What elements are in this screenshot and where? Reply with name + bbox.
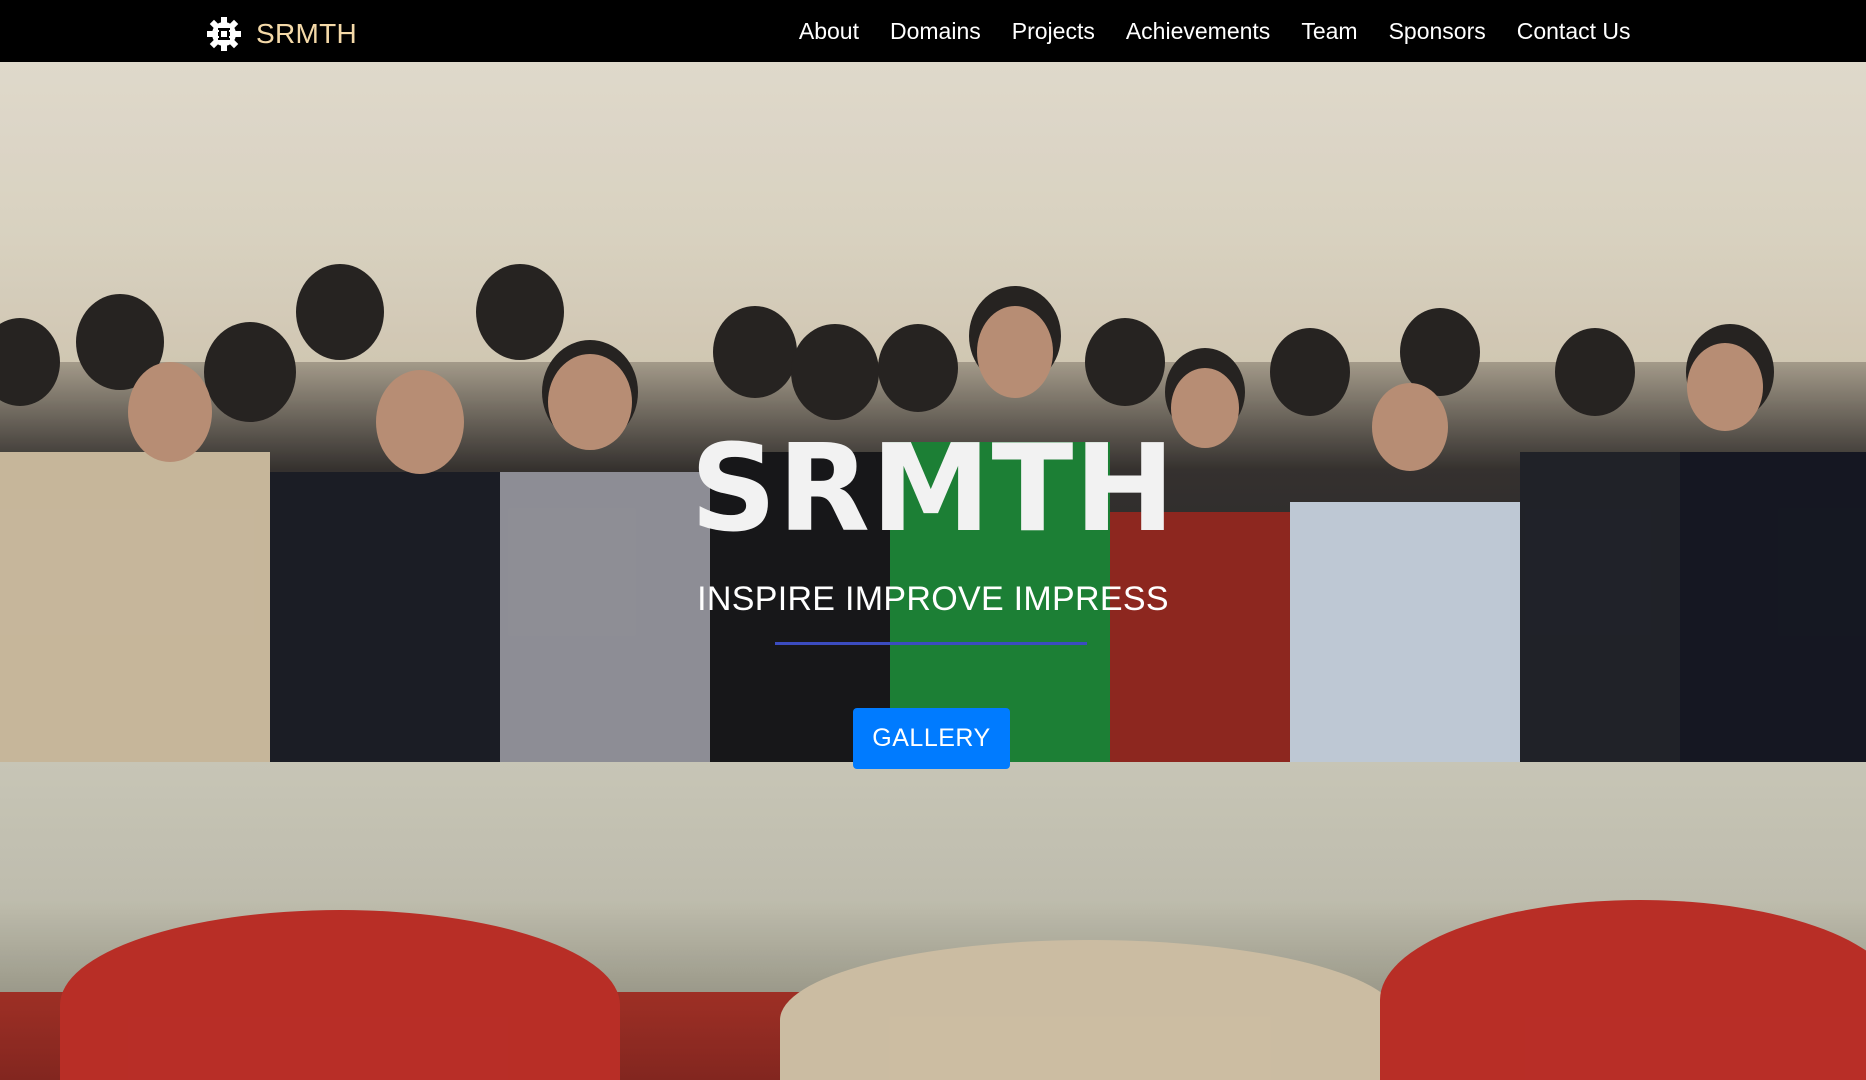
brand-name: SRMTH bbox=[256, 18, 358, 49]
nav-link-sponsors[interactable]: Sponsors bbox=[1373, 18, 1501, 45]
nav-link-team[interactable]: Team bbox=[1286, 18, 1373, 45]
nav-link-about[interactable]: About bbox=[783, 18, 874, 45]
nav-link-projects[interactable]: Projects bbox=[996, 18, 1110, 45]
hero-divider bbox=[775, 642, 1087, 645]
nav-link-contact-us[interactable]: Contact Us bbox=[1501, 18, 1646, 45]
nav-link-domains[interactable]: Domains bbox=[874, 18, 996, 45]
gallery-button[interactable]: GALLERY bbox=[853, 708, 1010, 769]
hero-subtitle: INSPIRE IMPROVE IMPRESS bbox=[697, 580, 1169, 618]
hero-title: SRMTH bbox=[690, 420, 1176, 559]
navbar: SRMTH About Domains Projects Achievement… bbox=[0, 0, 1866, 62]
hero-content: SRMTH INSPIRE IMPROVE IMPRESS GALLERY bbox=[0, 62, 1866, 1080]
nav-link-achievements[interactable]: Achievements bbox=[1110, 18, 1285, 45]
nav-links: About Domains Projects Achievements Team… bbox=[783, 0, 1646, 62]
brand-link[interactable]: SRMTH bbox=[204, 14, 357, 54]
gear-circuit-icon bbox=[207, 17, 241, 51]
